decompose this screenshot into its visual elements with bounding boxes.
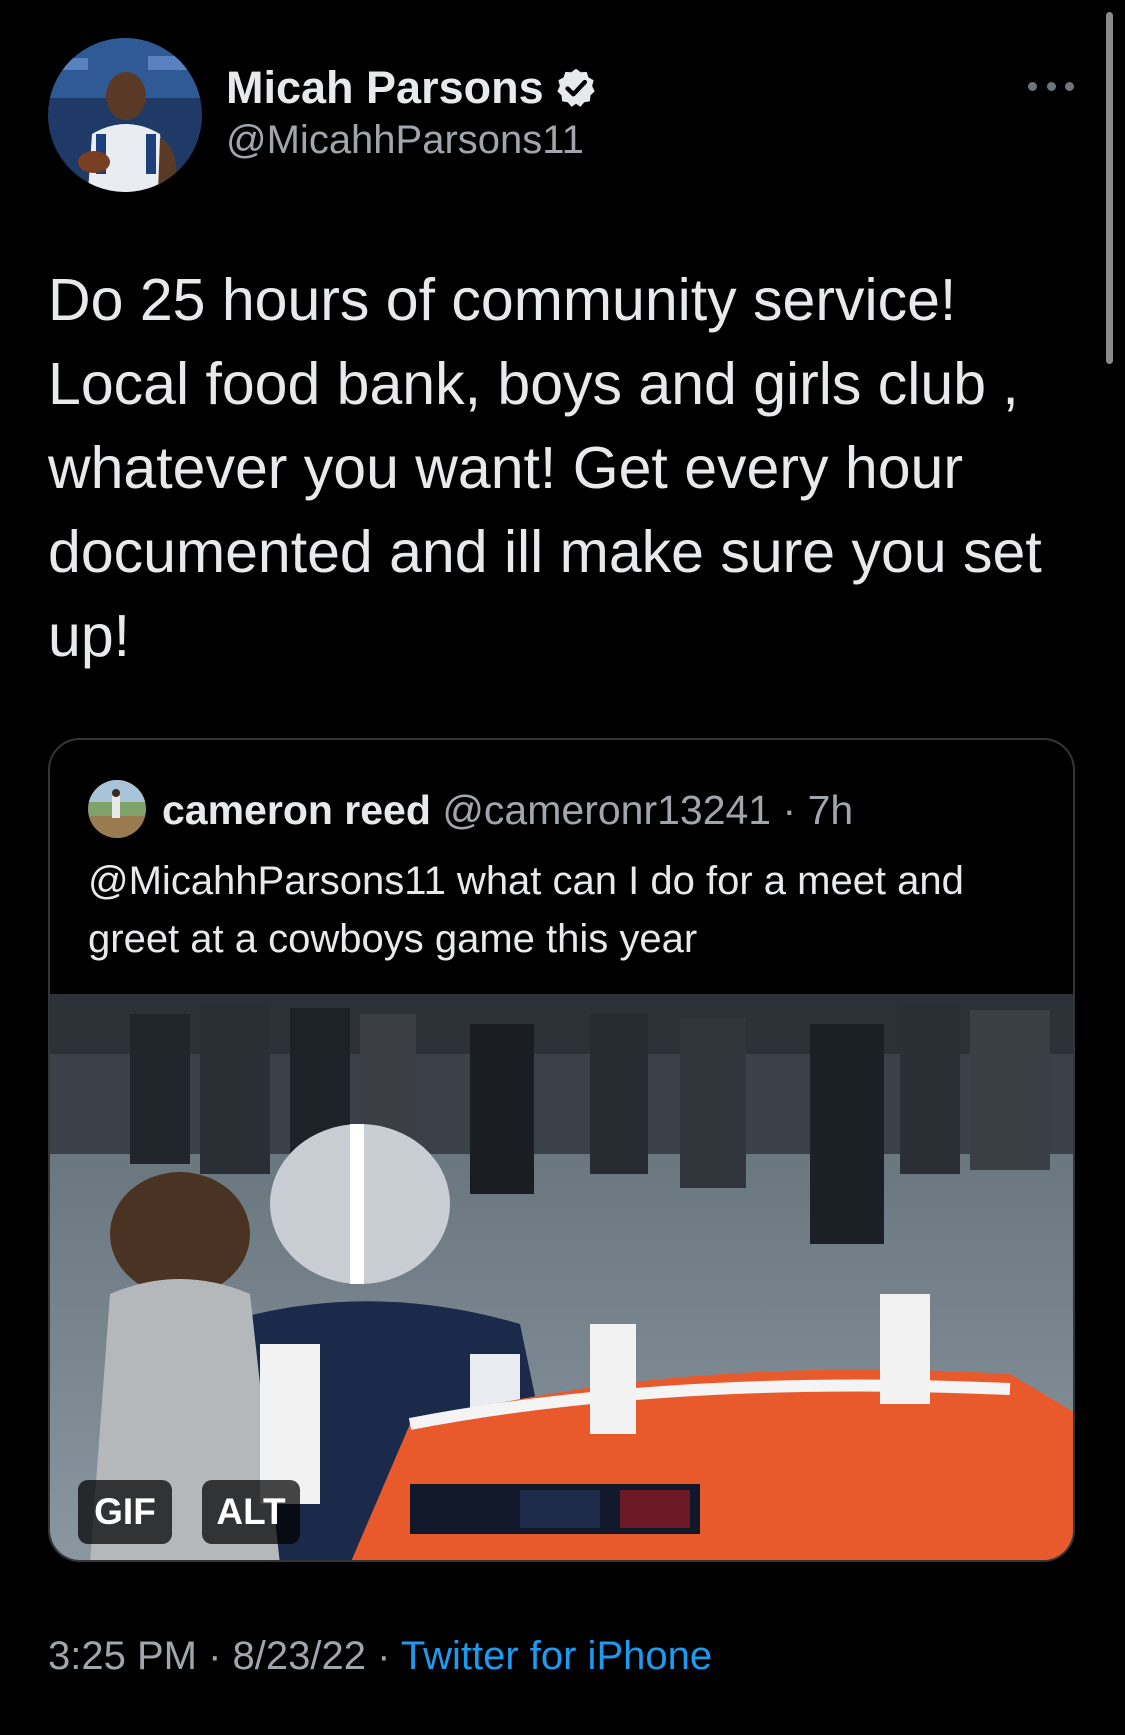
- more-options-icon[interactable]: [1028, 68, 1074, 104]
- meta-separator: ·: [377, 1634, 391, 1678]
- verified-badge-icon: [556, 68, 595, 107]
- gif-badge: GIF: [78, 1480, 172, 1544]
- meta-separator: ·: [208, 1634, 222, 1678]
- quoted-separator: ·: [782, 787, 797, 833]
- quoted-tweet-text: @MicahhParsons11 what can I do for a mee…: [88, 859, 964, 961]
- author-avatar[interactable]: [48, 38, 202, 192]
- alt-text-button[interactable]: ALT: [202, 1480, 300, 1544]
- quoted-author-avatar[interactable]: [88, 780, 146, 838]
- quoted-tweet-card[interactable]: cameron reed @cameronr13241 · 7h @Micahh…: [48, 738, 1075, 1562]
- quoted-author-handle[interactable]: @cameronr13241: [442, 787, 771, 833]
- quoted-tweet-time: 7h: [807, 787, 854, 833]
- author-display-name[interactable]: Micah Parsons: [226, 62, 544, 114]
- scrollbar[interactable]: [1106, 12, 1113, 364]
- tweet-time[interactable]: 3:25 PM: [48, 1634, 197, 1678]
- quoted-tweet-gif[interactable]: [50, 994, 1073, 1560]
- tweet-text: Do 25 hours of community service! Local …: [48, 267, 1042, 669]
- tweet-metadata: 3:25 PM · 8/23/22 · Twitter for iPhone: [48, 1634, 712, 1679]
- quoted-author-name[interactable]: cameron reed: [162, 787, 431, 833]
- tweet-date[interactable]: 8/23/22: [233, 1634, 366, 1678]
- author-handle[interactable]: @MicahhParsons11: [226, 118, 584, 163]
- tweet-source-link[interactable]: Twitter for iPhone: [401, 1634, 712, 1678]
